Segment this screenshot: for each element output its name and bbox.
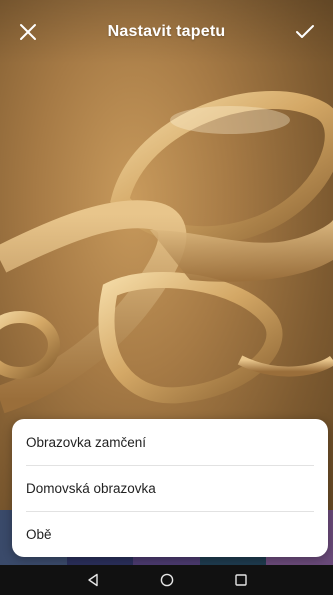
option-label: Obě xyxy=(26,526,52,542)
home-button[interactable] xyxy=(155,568,179,592)
top-bar: Nastavit tapetu xyxy=(0,0,333,64)
check-icon xyxy=(295,25,314,38)
option-label: Obrazovka zamčení xyxy=(26,434,147,450)
recents-square-icon xyxy=(234,574,247,586)
option-lock-screen[interactable]: Obrazovka zamčení xyxy=(12,419,328,465)
confirm-button[interactable] xyxy=(285,12,325,52)
close-button[interactable] xyxy=(8,12,48,52)
back-button[interactable] xyxy=(81,568,105,592)
page-title: Nastavit tapetu xyxy=(107,23,226,40)
wallpaper-preview-screen: Nastavit tapetu Obrazovka zamčení Domovs… xyxy=(0,0,333,595)
home-circle-icon xyxy=(160,573,173,587)
option-home-screen[interactable]: Domovská obrazovka xyxy=(12,465,328,511)
back-triangle-icon xyxy=(87,573,98,587)
option-label: Domovská obrazovka xyxy=(26,480,156,496)
close-icon xyxy=(20,24,36,40)
option-both[interactable]: Obě xyxy=(12,511,328,557)
recents-button[interactable] xyxy=(229,568,253,592)
system-navigation-bar xyxy=(0,565,333,595)
set-wallpaper-options-sheet: Obrazovka zamčení Domovská obrazovka Obě xyxy=(12,419,328,557)
